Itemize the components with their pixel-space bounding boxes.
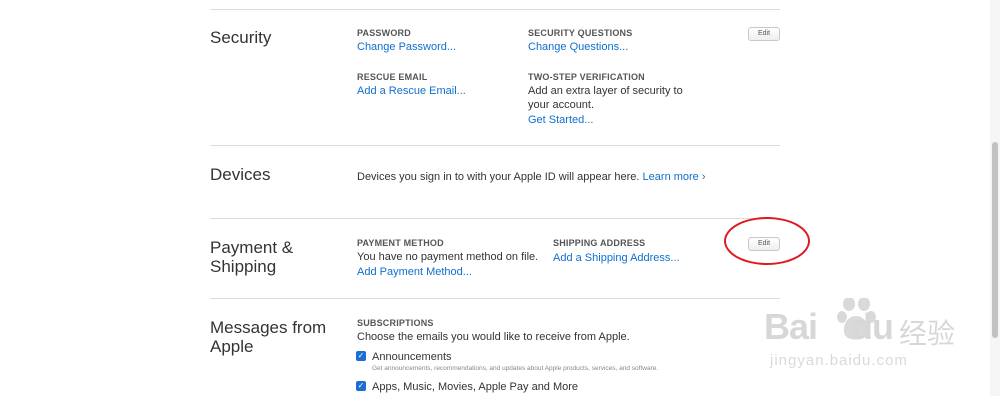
apps-music-checkbox[interactable]: ✓: [356, 381, 366, 391]
password-label: PASSWORD: [357, 28, 411, 38]
section-divider: [210, 218, 780, 219]
section-divider: [210, 145, 780, 146]
watermark-url: jingyan.baidu.com: [770, 352, 908, 369]
red-annotation-circle: [724, 217, 810, 265]
security-edit-button[interactable]: Edit: [748, 27, 780, 41]
devices-section-title: Devices: [210, 165, 271, 184]
announcements-checkbox[interactable]: ✓: [356, 351, 366, 361]
messages-section-title-line2: Apple: [210, 337, 254, 356]
add-payment-method-link[interactable]: Add Payment Method...: [357, 266, 472, 278]
account-settings-page: Security PASSWORD Change Password... SEC…: [0, 0, 1000, 396]
two-step-label: TWO-STEP VERIFICATION: [528, 72, 645, 82]
rescue-email-label: RESCUE EMAIL: [357, 72, 428, 82]
two-step-description-line1: Add an extra layer of security to: [528, 85, 683, 97]
security-questions-label: SECURITY QUESTIONS: [528, 28, 633, 38]
two-step-description-line2: your account.: [528, 99, 595, 111]
section-divider: [210, 9, 780, 10]
payment-section-title-line2: Shipping: [210, 257, 277, 276]
announcements-label: Announcements: [372, 351, 452, 363]
baidu-watermark: Bai du 经验 jingyan.baidu.com: [764, 297, 969, 376]
messages-section-title-line1: Messages from: [210, 318, 327, 337]
payment-method-text: You have no payment method on file.: [357, 251, 539, 263]
add-rescue-email-link[interactable]: Add a Rescue Email...: [357, 85, 466, 97]
announcements-description: Get announcements, recommendations, and …: [372, 365, 659, 372]
change-password-link[interactable]: Change Password...: [357, 41, 456, 53]
scrollbar-thumb[interactable]: [992, 142, 998, 338]
devices-description: Devices you sign in to with your Apple I…: [357, 170, 706, 184]
scrollbar-track[interactable]: [990, 0, 1000, 396]
learn-more-link[interactable]: Learn more ›: [643, 171, 706, 183]
devices-text: Devices you sign in to with your Apple I…: [357, 171, 640, 183]
section-divider: [210, 298, 780, 299]
change-questions-link[interactable]: Change Questions...: [528, 41, 628, 53]
security-section-title: Security: [210, 28, 272, 47]
subscriptions-label: SUBSCRIPTIONS: [357, 318, 434, 328]
watermark-cn: 经验: [899, 317, 956, 350]
get-started-link[interactable]: Get Started...: [528, 114, 593, 126]
watermark-brand-du: du: [851, 306, 894, 347]
add-shipping-address-link[interactable]: Add a Shipping Address...: [553, 252, 680, 264]
subscriptions-description: Choose the emails you would like to rece…: [357, 331, 630, 343]
watermark-brand-bai: Bai: [764, 306, 818, 347]
apps-music-label: Apps, Music, Movies, Apple Pay and More: [372, 381, 579, 393]
payment-section-title-line1: Payment &: [210, 238, 294, 257]
shipping-address-label: SHIPPING ADDRESS: [553, 238, 646, 248]
payment-method-label: PAYMENT METHOD: [357, 238, 444, 248]
